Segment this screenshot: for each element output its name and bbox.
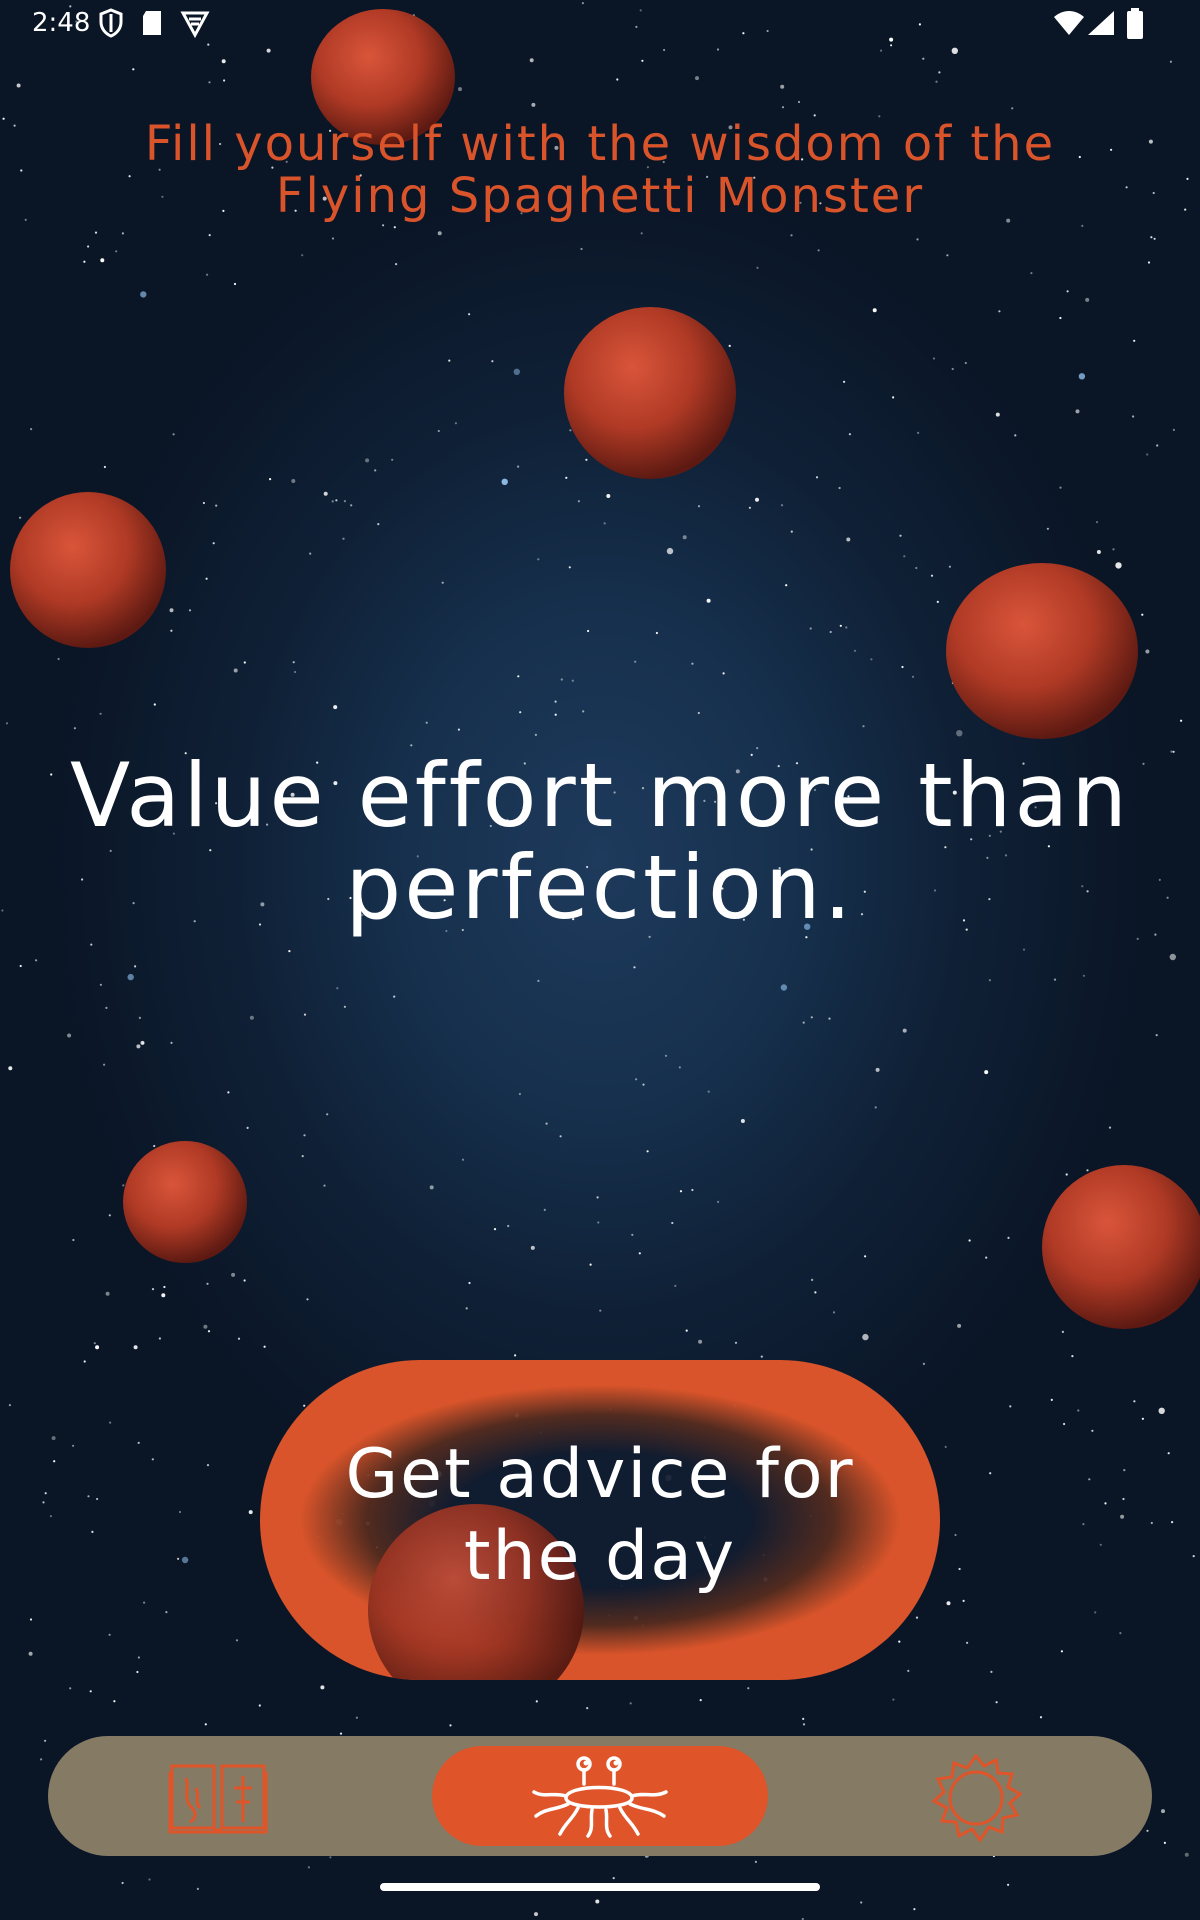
advice-label-line-1: Get advice for <box>345 1435 855 1514</box>
status-time: 2:48 <box>32 8 91 38</box>
wifi-icon <box>1054 11 1084 35</box>
gear-icon <box>931 1753 1022 1843</box>
signal-icon <box>1088 11 1114 35</box>
meatball-image <box>1042 1165 1200 1329</box>
page-title: Fill yourself with the wisdom of the Fly… <box>80 118 1120 222</box>
app-screen: 2:48 Fill yourself with the wisdom of th… <box>0 0 1200 1920</box>
get-advice-label: Get advice for the day <box>260 1434 940 1598</box>
quote-line-1: Value effort more than <box>69 744 1131 847</box>
meatball-image <box>946 563 1138 739</box>
sd-card-icon <box>143 11 161 35</box>
shield-icon <box>99 8 123 38</box>
nav-item-book[interactable] <box>158 1746 278 1846</box>
vpn-icon <box>180 11 210 38</box>
meatball-image <box>10 492 166 648</box>
book-icon <box>168 1764 268 1834</box>
battery-icon <box>1127 8 1143 39</box>
status-bar: 2:48 <box>0 0 1200 48</box>
nav-item-home[interactable] <box>432 1746 768 1846</box>
get-advice-button[interactable]: Get advice for the day <box>260 1360 940 1680</box>
spaghetti-monster-icon <box>532 1756 668 1838</box>
advice-quote: Value effort more than perfection. <box>40 750 1160 934</box>
quote-line-2: perfection. <box>345 836 855 939</box>
nav-item-settings[interactable] <box>918 1746 1038 1846</box>
bottom-navigation <box>48 1736 1152 1856</box>
advice-label-line-2: the day <box>463 1517 737 1596</box>
title-line-2: Flying Spaghetti Monster <box>275 168 925 224</box>
title-line-1: Fill yourself with the wisdom of the <box>144 116 1056 172</box>
meatball-image <box>564 307 736 479</box>
home-indicator <box>380 1883 820 1891</box>
meatball-image <box>123 1141 247 1263</box>
